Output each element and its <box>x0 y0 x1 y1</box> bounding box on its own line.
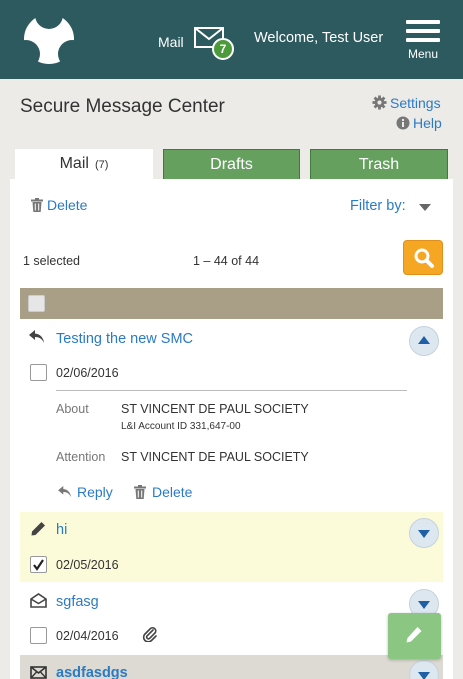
tab-mail-label: Mail <box>59 155 89 172</box>
chevron-down-icon <box>418 530 430 538</box>
message-date: 02/05/2016 <box>56 558 119 572</box>
about-label: About <box>56 402 89 416</box>
reply-icon <box>29 330 44 343</box>
info-icon <box>396 116 410 130</box>
select-all-checkbox[interactable] <box>28 295 45 312</box>
welcome-text: Welcome, Test User <box>254 30 384 46</box>
message-date: 02/04/2016 <box>56 629 119 643</box>
message-date: 02/06/2016 <box>56 366 119 380</box>
menu-button[interactable]: Menu <box>404 20 442 62</box>
reply-label: Reply <box>77 484 113 500</box>
hamburger-icon <box>406 20 440 24</box>
delete-label: Delete <box>47 197 88 213</box>
settings-label: Settings <box>390 95 441 111</box>
paperclip-icon <box>142 627 157 642</box>
tab-trash-label: Trash <box>358 156 400 173</box>
expand-button[interactable] <box>409 518 439 548</box>
message-subject[interactable]: hi <box>56 522 67 538</box>
reply-button[interactable]: Reply <box>58 484 113 500</box>
message-checkbox[interactable] <box>30 627 47 644</box>
chevron-down-icon[interactable] <box>419 204 431 211</box>
compose-button[interactable] <box>388 613 441 659</box>
logo-icon[interactable] <box>22 12 76 66</box>
chevron-down-icon <box>418 672 430 679</box>
message-checkbox[interactable] <box>30 364 47 381</box>
search-icon <box>414 248 434 268</box>
page-title: Secure Message Center <box>20 96 225 117</box>
attention-value: ST VINCENT DE PAUL SOCIETY <box>121 450 309 464</box>
tab-mail[interactable]: Mail (7) <box>15 149 153 181</box>
chevron-up-icon <box>418 336 430 344</box>
delete-label: Delete <box>152 484 193 500</box>
tab-drafts-label: Drafts <box>210 156 253 173</box>
select-all-bar <box>20 288 443 319</box>
reply-icon <box>58 486 71 498</box>
pencil-icon <box>31 522 45 536</box>
tab-mail-count: (7) <box>94 159 109 171</box>
filter-by-dropdown[interactable]: Filter by: <box>350 198 406 214</box>
divider <box>56 390 407 391</box>
settings-link[interactable]: Settings <box>372 95 441 111</box>
chevron-down-icon <box>418 601 430 609</box>
app-header: Mail 7 Welcome, Test User Menu <box>0 0 463 79</box>
account-id: L&I Account ID 331,647-00 <box>121 421 241 432</box>
delete-message-button[interactable]: Delete <box>134 484 192 500</box>
tab-trash[interactable]: Trash <box>310 149 448 181</box>
envelope-icon <box>30 666 47 679</box>
pencil-icon <box>406 627 422 643</box>
header-mail-link[interactable]: Mail <box>158 34 184 50</box>
collapse-button[interactable] <box>409 326 439 356</box>
checkmark-icon <box>33 559 44 571</box>
message-checkbox[interactable] <box>30 556 47 573</box>
about-value: ST VINCENT DE PAUL SOCIETY <box>121 402 309 416</box>
gear-icon <box>372 95 387 110</box>
message-subject[interactable]: sgfasg <box>56 594 99 610</box>
search-button[interactable] <box>403 240 443 275</box>
envelope-open-icon <box>30 593 47 608</box>
tab-drafts[interactable]: Drafts <box>163 149 300 181</box>
delete-selected-button[interactable]: Delete <box>31 197 87 213</box>
selected-count: 1 selected <box>23 254 80 268</box>
unread-count-badge: 7 <box>212 38 234 60</box>
help-link[interactable]: Help <box>396 115 442 131</box>
help-label: Help <box>413 115 442 131</box>
message-subject[interactable]: asdfasdgs <box>56 665 128 679</box>
attention-label: Attention <box>56 450 106 464</box>
message-subject[interactable]: Testing the new SMC <box>56 331 193 347</box>
trash-icon <box>134 485 146 499</box>
pagination-range: 1 – 44 of 44 <box>193 254 260 268</box>
menu-label: Menu <box>407 47 439 61</box>
trash-icon <box>31 198 43 212</box>
